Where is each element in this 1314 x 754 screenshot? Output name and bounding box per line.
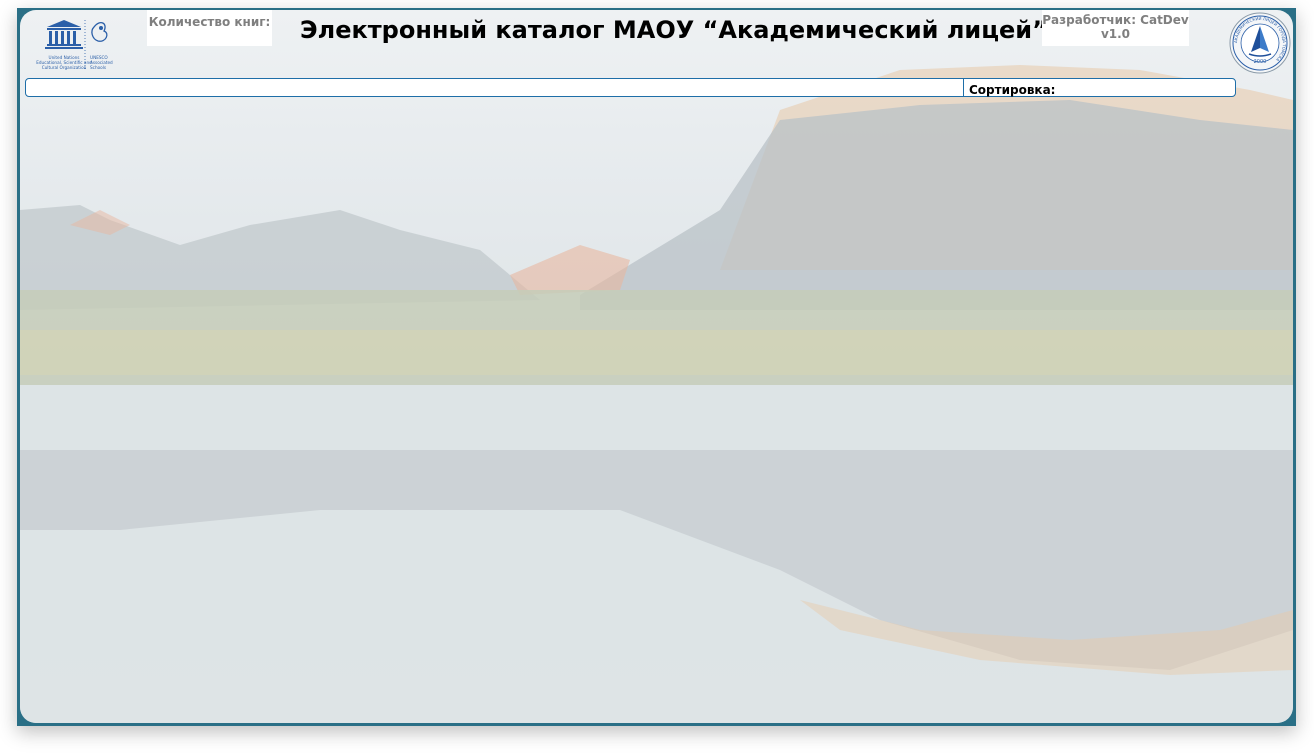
search-bar: Сортировка:: [25, 78, 1236, 97]
bg-right-mountain: [580, 100, 1293, 310]
bg-forest-highlight: [20, 330, 1293, 375]
version-label: v1.0: [1100, 27, 1131, 41]
search-input[interactable]: [26, 79, 962, 96]
bg-pink-peak: [510, 245, 630, 295]
main-panel: United Nations Educational, Scientific a…: [20, 10, 1293, 723]
sort-label: Сортировка:: [969, 83, 1056, 97]
svg-text:2000: 2000: [1254, 59, 1267, 65]
unesco-logo: United Nations Educational, Scientific a…: [28, 15, 138, 81]
svg-text:Cultural Organization: Cultural Organization: [42, 65, 87, 70]
unesco-temple-icon: United Nations Educational, Scientific a…: [36, 20, 113, 70]
background-landscape: [20, 65, 1293, 723]
developer-label: Разработчик: CatDev: [1042, 13, 1189, 27]
lyceum-emblem-icon: АКАДЕМИЧЕСКИЙ ЛИЦЕЙ ГОРОДА ТОМСКА 2000: [1229, 12, 1291, 74]
svg-text:Schools: Schools: [90, 65, 106, 70]
sort-dropdown[interactable]: Сортировка:: [963, 79, 1235, 97]
app-window: United Nations Educational, Scientific a…: [17, 8, 1296, 726]
books-count-label: Количество книг:: [148, 15, 271, 29]
school-emblem: АКАДЕМИЧЕСКИЙ ЛИЦЕЙ ГОРОДА ТОМСКА 2000: [1229, 12, 1291, 78]
page-title: Электронный каталог МАОУ “Академический …: [300, 16, 1048, 44]
books-count-box: Количество книг:: [147, 10, 272, 46]
developer-box: Разработчик: CatDev v1.0: [1042, 10, 1189, 46]
